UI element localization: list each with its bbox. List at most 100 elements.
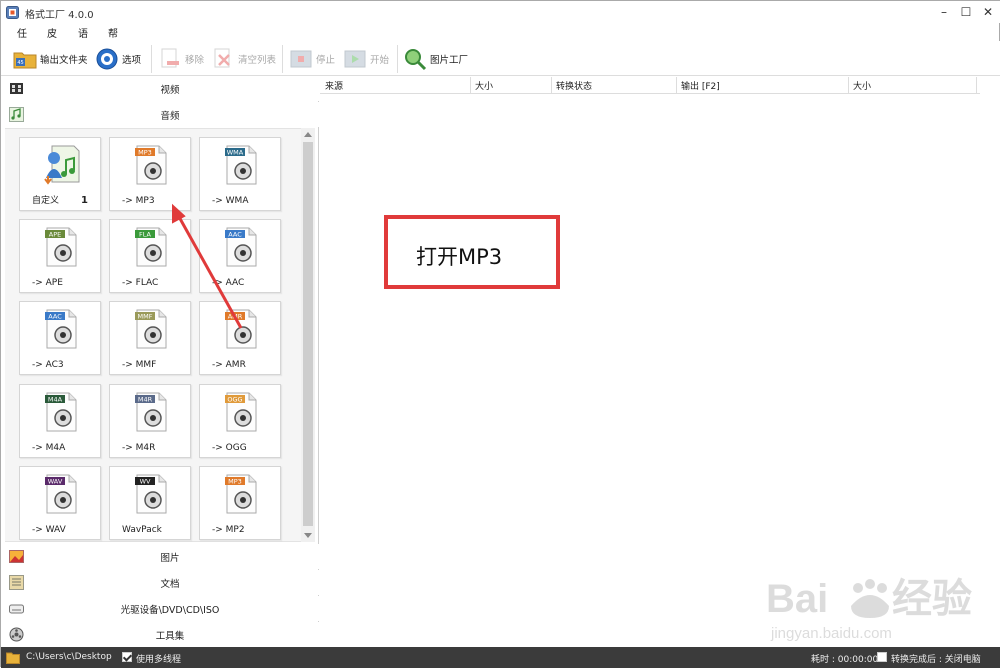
format-tile[interactable]: WMA -> WMA — [199, 137, 281, 211]
clear-list-button[interactable]: 清空列表 — [211, 44, 276, 74]
format-tile-label: -> APE — [32, 278, 63, 288]
column-output[interactable]: 输出 [F2] — [681, 79, 720, 92]
format-badge-text: MMF — [138, 313, 153, 321]
format-tile-label: -> MP2 — [212, 525, 245, 535]
mp2-icon: MP3 — [225, 474, 257, 514]
category-disc[interactable]: 光驱设备\DVD\CD\ISO — [1, 596, 319, 621]
baidu-jingyan-watermark-logo: Bai 经验 jingyan.baidu.com — [766, 577, 972, 642]
app-window: 格式工厂 4.0.0 – ☐ ✕ 任务 皮肤 语言 帮助 45 输出文件夹 选项 — [0, 0, 1000, 668]
column-size[interactable]: 大小 — [475, 79, 493, 92]
svg-text:45: 45 — [17, 60, 23, 66]
close-button[interactable]: ✕ — [981, 5, 995, 19]
column-output-size[interactable]: 大小 — [853, 79, 871, 92]
custom-audio-icon — [44, 145, 80, 185]
scroll-down-arrow[interactable] — [304, 533, 312, 538]
format-badge-text: M4R — [138, 396, 153, 404]
format-tile-label: -> WMA — [212, 196, 249, 206]
after-convert-checkbox[interactable] — [877, 652, 887, 662]
format-tile[interactable]: WV WavPack — [109, 466, 191, 540]
format-tile-label: -> OGG — [212, 443, 247, 453]
category-video[interactable]: 视频 — [1, 76, 319, 101]
format-tile-label: -> AC3 — [32, 360, 64, 370]
format-tile[interactable]: AAC -> AC3 — [19, 301, 101, 375]
mp3-icon: MP3 — [135, 145, 167, 185]
format-tile-label: -> AMR — [212, 360, 246, 370]
picture-factory-button[interactable]: 图片工厂 — [403, 44, 468, 74]
format-badge-text: WAV — [48, 478, 63, 486]
format-tile[interactable]: FLA -> FLAC — [109, 219, 191, 293]
format-tile[interactable]: AMR -> AMR — [199, 301, 281, 375]
column-source[interactable]: 来源 — [325, 79, 343, 92]
svg-text:Bai: Bai — [766, 577, 828, 621]
audio-format-grid: 自定义 1 MP3 -> MP3 WMA -> WMA APE -> APE FLA -> FLA… — [5, 128, 301, 542]
window-title: 格式工厂 4.0.0 — [25, 10, 94, 21]
format-tile-label: -> M4A — [32, 443, 66, 453]
format-badge-text: AMR — [228, 313, 243, 321]
wav-icon: WAV — [45, 474, 77, 514]
options-button[interactable]: 选项 — [95, 44, 141, 74]
start-icon — [344, 50, 366, 68]
scroll-up-arrow[interactable] — [304, 132, 312, 137]
task-list-panel: 来源 大小 转换状态 输出 [F2] 大小 — [320, 76, 1000, 647]
minimize-button[interactable]: – — [937, 5, 951, 19]
format-badge-text: APE — [49, 231, 61, 239]
format-badge-text: M4A — [48, 396, 63, 404]
format-badge-text: OGG — [227, 396, 242, 404]
category-picture[interactable]: 图片 — [1, 544, 319, 569]
toolbar-separator — [397, 45, 398, 73]
ape-icon: APE — [45, 227, 77, 267]
format-tile-label: -> MP3 — [122, 196, 155, 206]
format-badge-text: WMA — [227, 149, 244, 157]
toolbar-separator — [282, 45, 283, 73]
options-gear-icon — [96, 48, 118, 70]
wma-icon: WMA — [225, 145, 257, 185]
category-document[interactable]: 文档 — [1, 570, 319, 595]
format-tile[interactable]: WAV -> WAV — [19, 466, 101, 540]
format-tile[interactable]: MMF -> MMF — [109, 301, 191, 375]
format-tile-label: WavPack — [122, 525, 162, 535]
format-tile[interactable]: MP3 -> MP3 — [109, 137, 191, 211]
format-tile[interactable]: M4A -> M4A — [19, 384, 101, 458]
format-tile-label: -> MMF — [122, 360, 157, 370]
category-audio[interactable]: 音频 — [1, 102, 319, 127]
svg-text:jingyan.baidu.com: jingyan.baidu.com — [770, 625, 892, 642]
m4a-icon: M4A — [45, 392, 77, 432]
grid-scrollbar[interactable] — [301, 128, 315, 542]
folder-icon: 45 — [13, 52, 37, 69]
column-status[interactable]: 转换状态 — [556, 79, 592, 92]
format-badge-text: AAC — [228, 231, 242, 239]
format-tile-label: -> FLAC — [122, 278, 159, 288]
multithread-checkbox[interactable] — [122, 652, 132, 662]
toolbar-separator — [151, 45, 152, 73]
category-tools-label: 工具集 — [155, 631, 185, 642]
remove-button[interactable]: 移除 — [158, 44, 204, 74]
ac3-icon: AAC — [45, 309, 77, 349]
format-badge-text: MP3 — [138, 149, 152, 157]
output-folder-label: 输出文件夹 — [40, 55, 88, 66]
format-tile[interactable]: AAC -> AAC — [199, 219, 281, 293]
task-count-badge: 1 — [81, 195, 88, 206]
scroll-thumb[interactable] — [303, 142, 313, 526]
format-tile[interactable]: OGG -> OGG — [199, 384, 281, 458]
stop-label: 停止 — [316, 55, 336, 66]
category-tools[interactable]: 工具集 — [1, 622, 319, 647]
task-table-header: 来源 大小 转换状态 输出 [F2] 大小 — [320, 76, 980, 94]
after-convert-label: 转换完成后 : 关闭电脑 — [891, 655, 981, 665]
remove-icon — [161, 48, 179, 68]
maximize-button[interactable]: ☐ — [959, 5, 973, 19]
stop-button[interactable]: 停止 — [289, 44, 335, 74]
start-button[interactable]: 开始 — [343, 44, 389, 74]
format-tile[interactable]: APE -> APE — [19, 219, 101, 293]
clear-list-icon — [214, 48, 230, 68]
output-folder-button[interactable]: 45 输出文件夹 — [13, 44, 88, 74]
options-label: 选项 — [122, 55, 142, 66]
format-tile[interactable]: MP3 -> MP2 — [199, 466, 281, 540]
category-disc-label: 光驱设备\DVD\CD\ISO — [120, 605, 220, 616]
format-badge-text: WV — [140, 478, 151, 486]
m4r-icon: M4R — [135, 392, 167, 432]
mmf-icon: MMF — [135, 309, 167, 349]
format-tile[interactable]: 自定义 1 — [19, 137, 101, 211]
format-tile[interactable]: M4R -> M4R — [109, 384, 191, 458]
folder-icon[interactable] — [6, 651, 20, 664]
format-tile-label: 自定义 — [32, 196, 60, 206]
